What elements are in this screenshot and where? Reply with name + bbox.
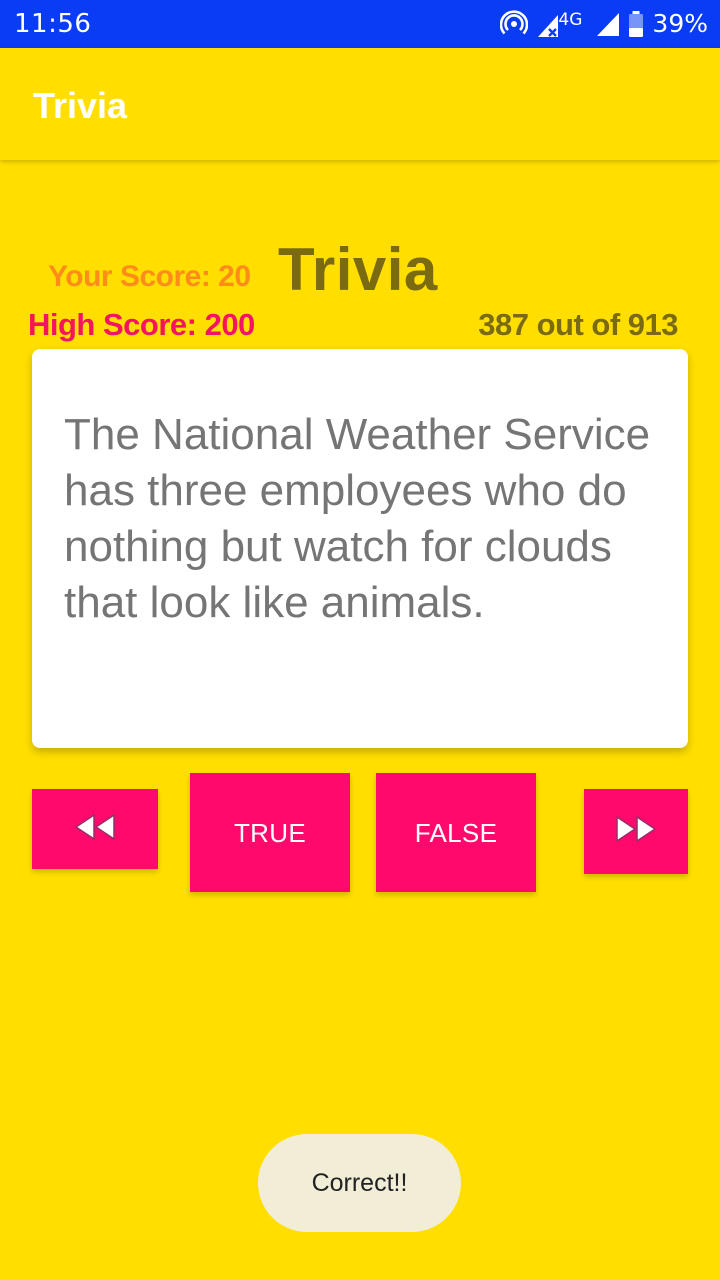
status-icons: 4G 39% — [500, 6, 708, 42]
battery-icon — [628, 10, 644, 38]
status-bar: 11:56 4G 39% — [0, 0, 720, 48]
false-button-label: FALSE — [414, 817, 498, 848]
question-progress: 387 out of 913 — [478, 307, 678, 342]
status-time: 11:56 — [14, 9, 92, 39]
battery-percent: 39% — [652, 9, 708, 38]
rewind-icon — [72, 812, 118, 847]
hotspot-icon — [500, 10, 529, 38]
question-text: The National Weather Service has three e… — [64, 410, 651, 627]
true-button[interactable]: TRUE — [190, 773, 350, 892]
false-button[interactable]: FALSE — [376, 773, 536, 892]
true-button-label: TRUE — [234, 817, 306, 848]
previous-question-button[interactable] — [32, 789, 158, 869]
app-bar-title: Trivia — [33, 85, 128, 126]
your-score: Your Score: 20 — [48, 260, 251, 293]
next-question-button[interactable] — [584, 789, 688, 874]
signal-no-data-icon: 4G — [536, 9, 588, 39]
app-bar: Trivia — [0, 48, 720, 160]
network-type-label: 4G — [558, 10, 583, 30]
fast-forward-icon — [613, 814, 659, 849]
page-title: Trivia — [278, 236, 438, 303]
question-card: The National Weather Service has three e… — [32, 349, 688, 748]
toast-text: Correct!! — [311, 1169, 408, 1197]
high-score: High Score: 200 — [28, 307, 255, 342]
signal-icon — [596, 10, 620, 38]
toast-message: Correct!! — [258, 1134, 461, 1232]
